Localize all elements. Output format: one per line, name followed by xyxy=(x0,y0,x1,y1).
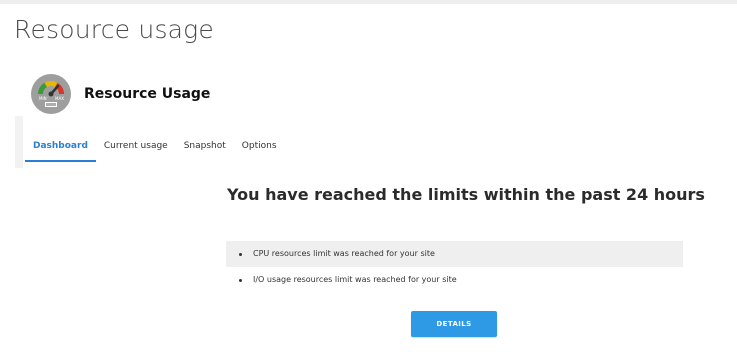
left-accent xyxy=(15,116,23,168)
tab-snapshot[interactable]: Snapshot xyxy=(176,134,234,162)
bullet-icon xyxy=(239,252,242,256)
page-title: Resource usage xyxy=(14,15,214,44)
alert-list: CPU resources limit was reached for your… xyxy=(226,241,683,293)
details-button[interactable]: DETAILS xyxy=(411,311,497,337)
alert-text: CPU resources limit was reached for your… xyxy=(253,249,435,258)
top-strip xyxy=(0,0,737,4)
alert-text: I/O usage resources limit was reached fo… xyxy=(253,275,457,284)
tab-current-usage[interactable]: Current usage xyxy=(96,134,176,162)
gauge-icon: MIN MAX xyxy=(31,74,71,114)
list-item: I/O usage resources limit was reached fo… xyxy=(226,267,683,293)
gauge-max-label: MAX xyxy=(55,96,64,101)
plugin-header: MIN MAX Resource Usage xyxy=(30,72,210,116)
list-item: CPU resources limit was reached for your… xyxy=(226,241,683,267)
tab-bar: Dashboard Current usage Snapshot Options xyxy=(25,134,285,162)
plugin-name: Resource Usage xyxy=(84,86,211,102)
gauge-min-label: MIN xyxy=(39,96,47,101)
tab-options[interactable]: Options xyxy=(234,134,285,162)
limits-headline: You have reached the limits within the p… xyxy=(227,185,705,204)
tab-dashboard[interactable]: Dashboard xyxy=(25,134,96,162)
bullet-icon xyxy=(239,278,242,282)
